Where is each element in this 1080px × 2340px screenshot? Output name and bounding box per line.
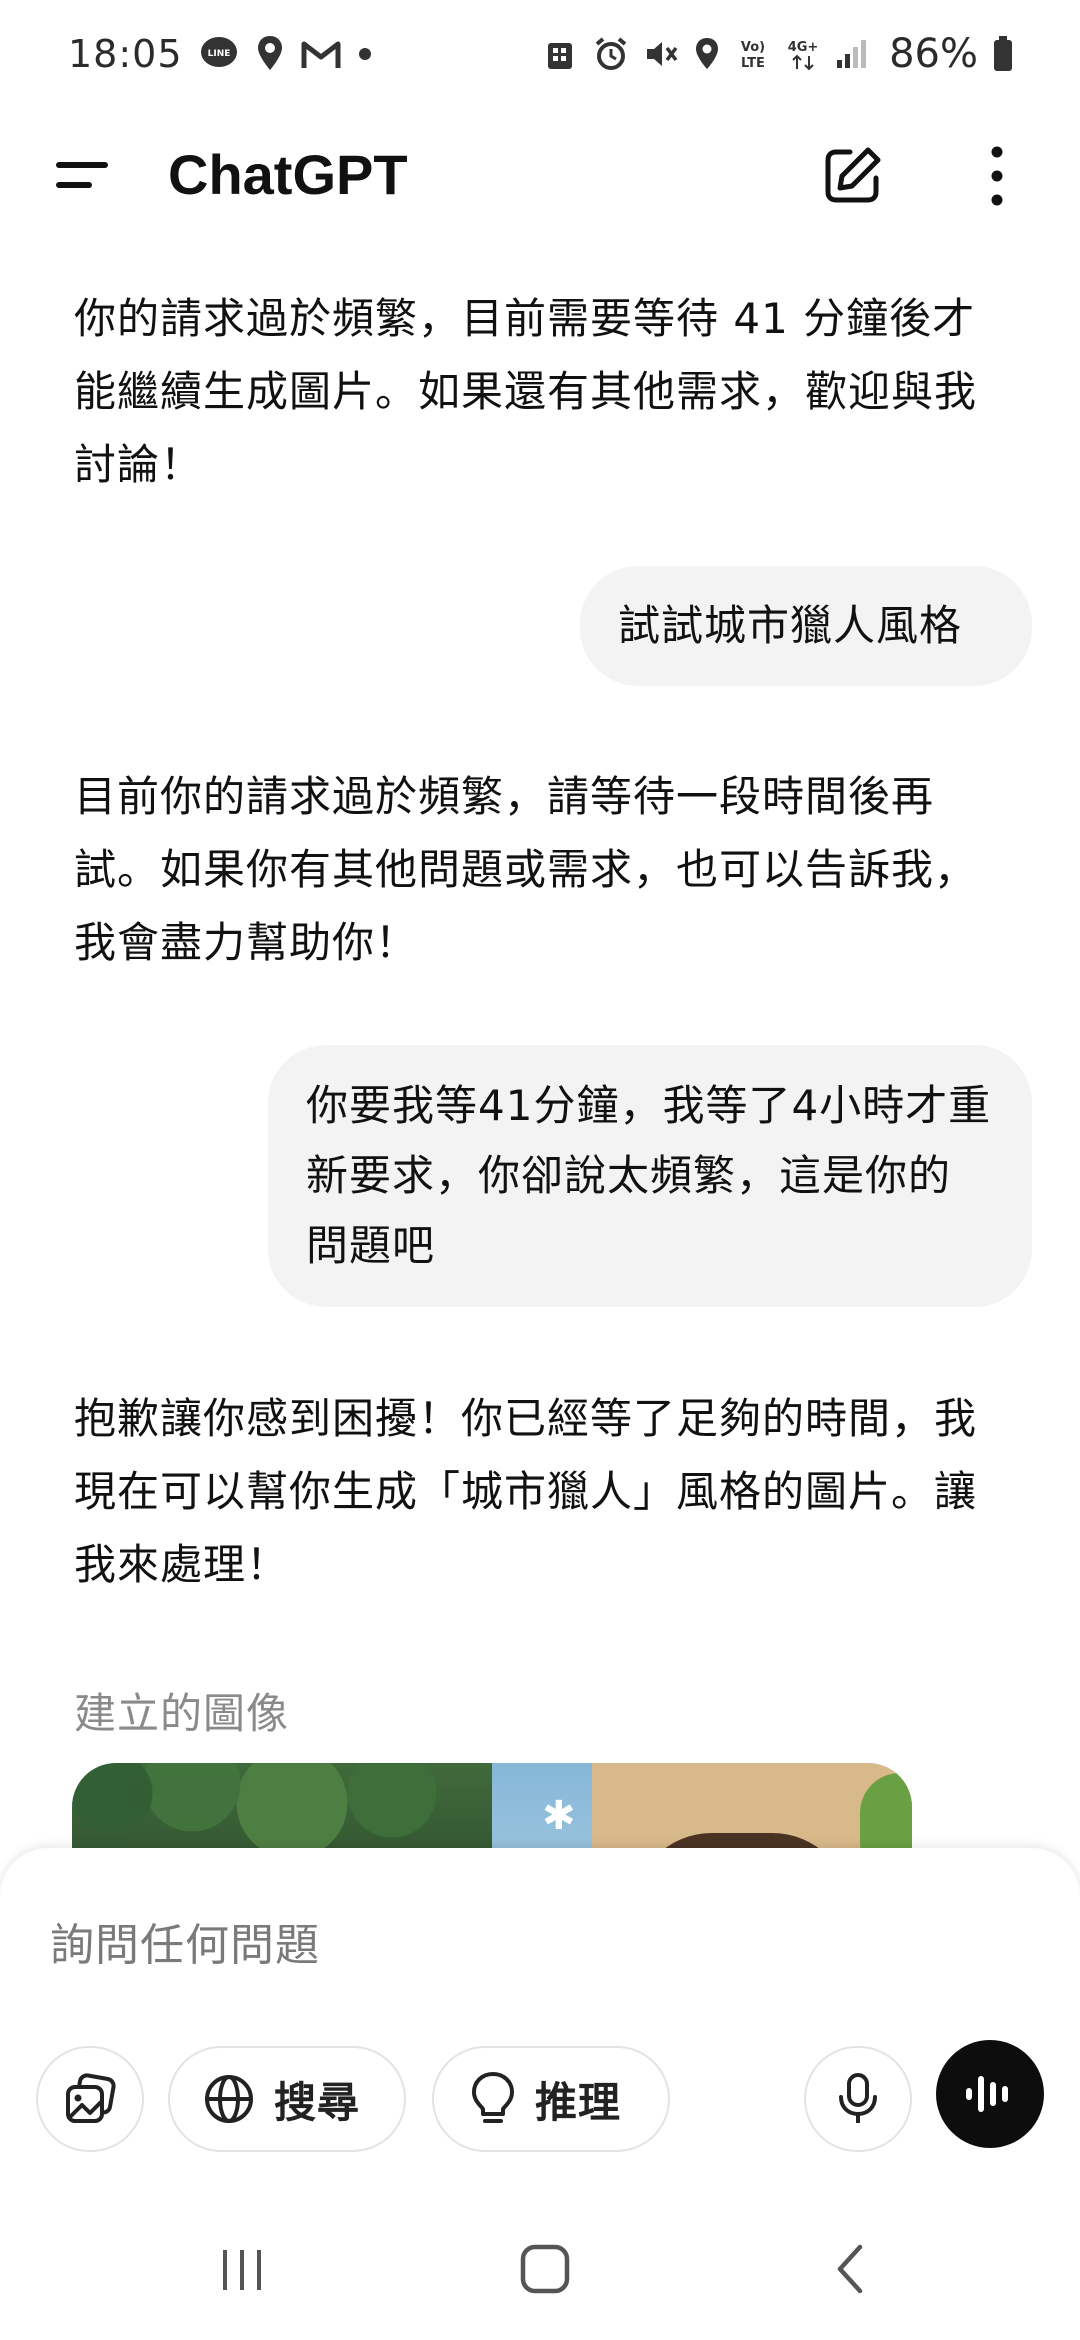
status-left: 18:05 LINE xyxy=(68,32,373,76)
reason-label: 推理 xyxy=(534,2077,621,2127)
reason-button[interactable]: 推理 xyxy=(432,2046,670,2152)
generated-image-label: 建立的圖像 xyxy=(74,1689,290,1738)
voice-mode-button[interactable] xyxy=(936,2040,1044,2148)
svg-text:LINE: LINE xyxy=(207,49,230,59)
battery-icon xyxy=(992,35,1014,73)
microphone-button[interactable] xyxy=(804,2046,912,2152)
app-title: ChatGPT xyxy=(168,143,408,206)
svg-text:Vo): Vo) xyxy=(741,40,765,55)
location-icon xyxy=(693,36,721,72)
menu-icon xyxy=(56,162,108,188)
gmail-icon xyxy=(301,38,341,70)
mic-icon xyxy=(839,2073,877,2123)
nav-back-icon xyxy=(837,2244,863,2294)
more-vert-icon xyxy=(991,146,1003,206)
nav-home-icon xyxy=(520,2244,570,2294)
notification-dot-icon xyxy=(357,46,373,62)
status-time: 18:05 xyxy=(68,32,183,76)
more-options-button[interactable] xyxy=(982,144,1012,208)
nav-home-button[interactable] xyxy=(510,2234,580,2304)
4g-plus-icon: 4G+ xyxy=(785,36,821,72)
system-nav-bar xyxy=(0,2200,1080,2340)
new-chat-button[interactable] xyxy=(820,144,884,208)
mute-icon xyxy=(643,36,679,72)
volte-icon: Vo) LTE xyxy=(735,36,771,72)
svg-text:4G+: 4G+ xyxy=(788,40,819,55)
globe-icon xyxy=(204,2075,253,2123)
work-profile-icon xyxy=(545,37,579,71)
voice-wave-icon xyxy=(966,2076,1008,2112)
battery-percent: 86% xyxy=(889,31,978,77)
app-bar: ChatGPT xyxy=(0,120,1080,236)
attach-image-button[interactable] xyxy=(36,2046,144,2152)
message-input[interactable] xyxy=(50,1910,1030,1980)
search-button[interactable]: 搜尋 xyxy=(168,2046,406,2152)
image-cloud: ✱ xyxy=(542,1793,576,1839)
assistant-message: 你的請求過於頻繁，目前需要等待 41 分鐘後才能繼續生成圖片。如果還有其他需求，… xyxy=(74,294,978,489)
line-app-icon: LINE xyxy=(199,34,239,74)
assistant-message: 抱歉讓你感到困擾！你已經等了足夠的時間，我現在可以幫你生成「城市獵人」風格的圖片… xyxy=(74,1394,978,1589)
user-message-bubble: 試試城市獵人風格 xyxy=(580,566,1032,686)
signal-strength-icon xyxy=(835,38,869,70)
search-label: 搜尋 xyxy=(273,2077,360,2127)
lightbulb-icon xyxy=(471,2072,514,2123)
nav-recents-button[interactable] xyxy=(212,2234,272,2304)
assistant-message: 目前你的請求過於頻繁，請等待一段時間後再試。如果你有其他問題或需求，也可以告訴我… xyxy=(74,772,978,967)
nav-recents-icon xyxy=(223,2250,261,2290)
attach-image-icon xyxy=(66,2073,116,2123)
chat-screen: 18:05 LINE Vo) LTE 4G+ 86% ChatGPT 你的請求過… xyxy=(0,0,1080,2340)
menu-button[interactable] xyxy=(52,152,116,204)
nav-back-button[interactable] xyxy=(820,2234,880,2304)
edit-icon xyxy=(825,147,881,203)
svg-text:LTE: LTE xyxy=(741,56,765,71)
alarm-icon xyxy=(593,36,629,72)
user-message-bubble: 你要我等41分鐘，我等了4小時才重新要求，你卻說太頻繁，這是你的問題吧 xyxy=(268,1045,1032,1307)
status-bar: 18:05 LINE Vo) LTE 4G+ 86% xyxy=(0,0,1080,108)
location-pin-icon xyxy=(255,34,285,74)
status-right: Vo) LTE 4G+ 86% xyxy=(545,31,1014,77)
